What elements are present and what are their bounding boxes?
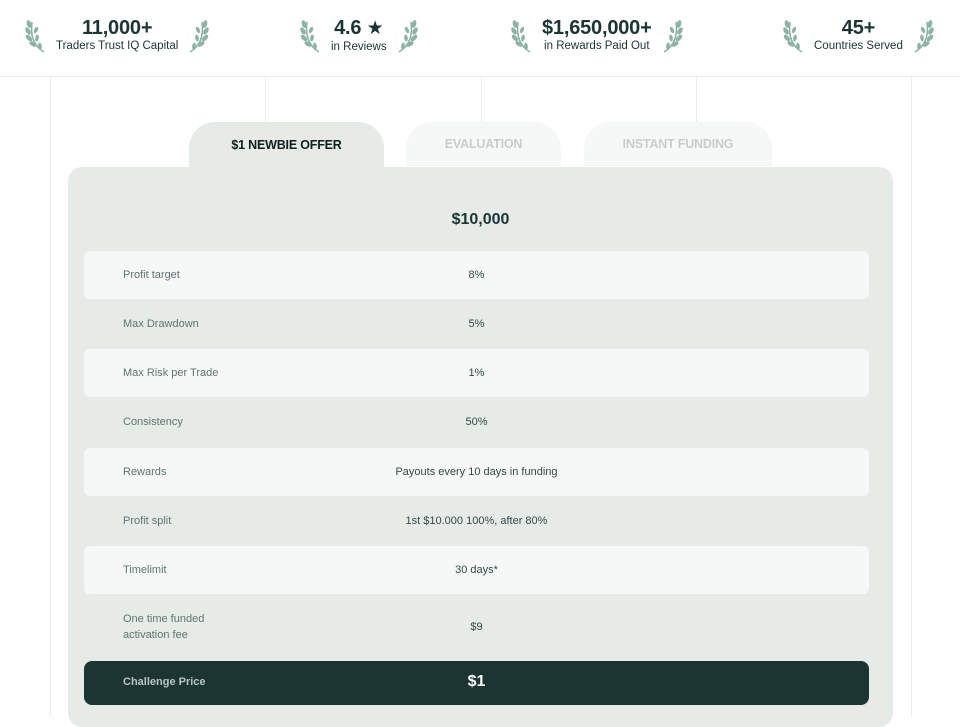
stat-value: 11,000+ [81,17,153,39]
stat-reviews: 4.6 ★ in Reviews [299,12,419,58]
row-label: Max Drawdown [123,318,199,330]
row-label-line: activation fee [123,629,188,641]
stat-rewards: $1,650,000+ in Rewards Paid Out [510,12,684,58]
plan-row-rewards: Rewards Payouts every 10 days in funding [84,448,869,496]
tab-newbie-offer[interactable]: $1 NEWBIE OFFER [189,122,384,168]
laurel-right-icon [398,20,418,53]
row-value: 1st $10.000 100%, after 80% [405,515,548,527]
stat-label: Countries Served [814,40,903,52]
stat-label: Traders Trust IQ Capital [56,40,179,52]
laurel-left-icon [783,20,803,53]
row-label: Rewards [123,466,167,478]
price-value: $1 [467,673,486,690]
plan-row-consistency: Consistency 50% [84,398,869,446]
row-label: Profit split [123,515,172,527]
row-value: 30 days* [455,564,498,576]
column-divider [481,77,482,122]
laurel-right-icon [663,20,683,53]
row-label: One time funded activation fee [123,611,204,643]
laurel-right-icon [189,20,210,53]
row-value: 8% [468,269,485,281]
laurel-right-icon [914,20,934,53]
plan-row-activation-fee: One time funded activation fee $9 [84,599,869,655]
row-label: Max Risk per Trade [123,367,219,379]
column-divider [696,77,697,122]
stat-value: 4.6 ★ [334,16,384,40]
row-label-line: One time funded [123,613,205,625]
row-value: 50% [465,416,488,428]
plan-row-profit-split: Profit split 1st $10.000 100%, after 80% [84,497,869,545]
row-value: 5% [468,318,485,330]
stat-countries: 45+ Countries Served [782,12,935,58]
tab-instant-funding[interactable]: INSTANT FUNDING [584,122,772,166]
rating-value: 4.6 [334,16,362,39]
column-divider [265,77,266,122]
tab-label: EVALUATION [444,137,523,151]
plan-panel: $10,000 Profit target 8% Max Drawdown 5%… [68,167,893,727]
laurel-left-icon [511,20,531,53]
row-label: Timelimit [123,564,167,576]
laurel-left-icon [25,20,45,53]
stat-label: in Reviews [331,40,387,53]
stat-value: $1,650,000+ [542,17,652,39]
row-label: Profit target [123,269,180,281]
account-size: $10,000 [451,211,510,228]
plan-row-profit-target: Profit target 8% [84,251,869,299]
tab-label: $1 NEWBIE OFFER [231,138,342,152]
frame-divider [911,77,912,716]
laurel-left-icon [300,20,320,53]
tab-label: INSTANT FUNDING [622,137,734,151]
stat-label: in Rewards Paid Out [544,40,650,52]
plan-row-max-drawdown: Max Drawdown 5% [84,300,869,348]
plan-row-max-risk: Max Risk per Trade 1% [84,349,869,397]
frame-divider [50,77,51,716]
stat-value: 45+ [841,17,876,39]
row-label: Consistency [123,416,183,428]
star-icon: ★ [366,17,384,39]
stat-traders: 11,000+ Traders Trust IQ Capital [24,12,210,58]
challenge-price-bar[interactable]: Challenge Price $1 [84,661,869,705]
tab-evaluation[interactable]: EVALUATION [406,122,561,166]
plan-row-timelimit: Timelimit 30 days* [84,546,869,594]
row-value: Payouts every 10 days in funding [395,466,558,478]
stats-bar: 11,000+ Traders Trust IQ Capital 4.6 ★ i… [0,0,960,77]
